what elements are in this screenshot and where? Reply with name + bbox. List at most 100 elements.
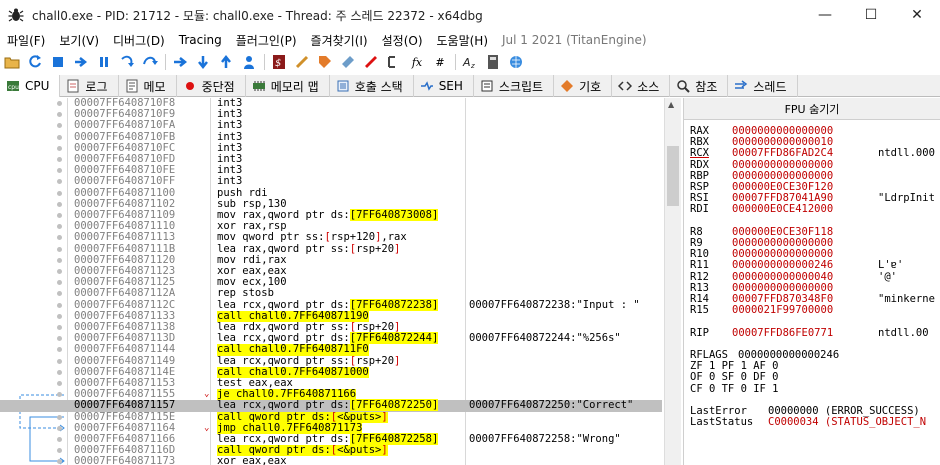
- disasm-row[interactable]: 00007FF64087112A rep stosb: [0, 288, 662, 299]
- tab-notes[interactable]: 메모: [119, 75, 177, 97]
- register-row[interactable]: CF 0 TF 0 IF 1: [690, 383, 940, 395]
- breakpoint-dot-icon[interactable]: [57, 347, 62, 353]
- breakpoint-edit-icon[interactable]: [362, 53, 380, 71]
- open-icon[interactable]: [3, 53, 21, 71]
- breakpoint-dot-icon[interactable]: [57, 157, 62, 162]
- scroll-up-icon[interactable]: ▲: [668, 100, 674, 109]
- breakpoint-dot-icon[interactable]: [57, 302, 62, 308]
- tab-symbols[interactable]: 기호: [554, 75, 613, 97]
- breakpoint-dot-icon[interactable]: [57, 168, 62, 174]
- hide-fpu-button[interactable]: FPU 숨기기: [684, 98, 940, 120]
- tab-seh[interactable]: SEH: [414, 75, 474, 97]
- globe-icon[interactable]: [507, 53, 525, 71]
- hash-icon[interactable]: #: [431, 53, 449, 71]
- scroll-thumb[interactable]: [667, 146, 679, 206]
- breakpoint-dot-icon[interactable]: [57, 280, 62, 286]
- trace-into-icon[interactable]: [171, 53, 189, 71]
- calculator-icon[interactable]: [484, 53, 502, 71]
- breakpoint-dot-icon[interactable]: [57, 179, 62, 185]
- disassembly-scrollbar[interactable]: ▲: [664, 98, 681, 465]
- close-button[interactable]: ✕: [894, 0, 940, 30]
- menu-options[interactable]: 설정(O): [375, 32, 430, 49]
- trace-over-icon[interactable]: [194, 53, 212, 71]
- breakpoint-dot-icon[interactable]: [57, 134, 62, 140]
- register-row[interactable]: RCX 00007FFD86FAD2C4 ntdll.000: [690, 148, 940, 159]
- register-row[interactable]: RIP 00007FFD86FE0771 ntdll.00: [690, 327, 940, 339]
- disasm-row[interactable]: 00007FF640871113 mov qword ptr ss:[rsp+12…: [0, 232, 662, 243]
- comment-icon[interactable]: [293, 53, 311, 71]
- menu-file[interactable]: 파일(F): [0, 32, 52, 49]
- breakpoint-dot-icon[interactable]: [57, 123, 62, 129]
- breakpoint-dot-icon[interactable]: [57, 190, 62, 196]
- tab-threads[interactable]: 스레드: [728, 75, 798, 97]
- breakpoint-dot-icon[interactable]: [57, 246, 62, 252]
- breakpoint-dot-icon[interactable]: [57, 325, 62, 330]
- tab-call-stack[interactable]: 호출 스택: [330, 75, 414, 97]
- breakpoint-dot-icon[interactable]: [57, 414, 62, 420]
- breakpoint-dot-icon[interactable]: [57, 358, 62, 364]
- label-icon[interactable]: [316, 53, 334, 71]
- breakpoint-dot-icon[interactable]: [57, 101, 62, 106]
- breakpoint-dot-icon[interactable]: [57, 257, 62, 263]
- breakpoint-dot-icon[interactable]: [57, 145, 62, 151]
- tab-references[interactable]: 참조: [670, 75, 729, 97]
- script-icon[interactable]: $: [270, 53, 288, 71]
- breakpoint-icon: [183, 79, 197, 93]
- breakpoint-dot-icon[interactable]: [57, 381, 62, 386]
- disasm-row[interactable]: 00007FF6408710FF int3: [0, 176, 662, 187]
- breakpoint-dot-icon[interactable]: [57, 313, 62, 319]
- disassembly-view[interactable]: 00007FF6408710F8 int3 00007FF6408710F9 int3…: [0, 98, 662, 465]
- pause-icon[interactable]: [95, 53, 113, 71]
- breakpoint-dot-icon[interactable]: [57, 448, 62, 454]
- register-row[interactable]: OF 0 SF 0 DF 0: [690, 372, 940, 383]
- breakpoint-dot-icon[interactable]: [57, 224, 62, 230]
- breakpoint-dot-icon[interactable]: [57, 235, 62, 241]
- register-row[interactable]: RDI 000000E0CE412000: [690, 204, 940, 215]
- menu-tracing[interactable]: Tracing: [172, 33, 229, 47]
- menu-favourites[interactable]: 즐겨찾기(I): [304, 32, 375, 49]
- menu-help[interactable]: 도움말(H): [430, 32, 496, 49]
- fx-icon[interactable]: fx: [408, 53, 426, 71]
- breakpoint-dot-icon[interactable]: [57, 269, 62, 274]
- tab-source[interactable]: 소스: [612, 75, 671, 97]
- breakpoint-dot-icon[interactable]: [57, 112, 62, 118]
- tab-log[interactable]: 로그: [60, 75, 119, 97]
- execute-till-return-icon[interactable]: [217, 53, 235, 71]
- step-into-icon[interactable]: [118, 53, 136, 71]
- breakpoint-dot-icon[interactable]: [57, 425, 62, 431]
- breakpoint-dot-icon[interactable]: [57, 291, 62, 297]
- breakpoint-dot-icon[interactable]: [57, 459, 62, 465]
- disasm-row[interactable]: 00007FF640871173 xor eax,eax: [0, 456, 662, 465]
- disasm-row[interactable]: 00007FF640871144 call chall0.7FF6408711F0: [0, 344, 662, 356]
- breakpoint-dot-icon[interactable]: [57, 392, 62, 398]
- breakpoint-dot-icon[interactable]: [57, 403, 62, 409]
- menu-bar: 파일(F) 보기(V) 디버그(D) Tracing 플러그인(P) 즐겨찾기(…: [0, 30, 940, 50]
- menu-view[interactable]: 보기(V): [52, 32, 106, 49]
- function-icon[interactable]: [385, 53, 403, 71]
- register-row[interactable]: R15 0000021F99700000: [690, 304, 940, 316]
- breakpoint-dot-icon[interactable]: [57, 336, 62, 342]
- stop-icon[interactable]: [49, 53, 67, 71]
- tab-memory-map[interactable]: 메모리 맵: [246, 75, 330, 97]
- menu-debug[interactable]: 디버그(D): [106, 32, 172, 49]
- minimize-button[interactable]: —: [802, 0, 848, 30]
- breakpoint-dot-icon[interactable]: [57, 201, 62, 207]
- step-over-icon[interactable]: [141, 53, 159, 71]
- run-to-user-code-icon[interactable]: [240, 53, 258, 71]
- breakpoint-dot-icon[interactable]: [57, 437, 62, 442]
- disasm-instruction: rep stosb: [217, 287, 274, 300]
- font-icon[interactable]: Az: [461, 53, 479, 71]
- bookmark-icon[interactable]: [339, 53, 357, 71]
- maximize-button[interactable]: ☐: [848, 0, 894, 30]
- breakpoint-dot-icon[interactable]: [57, 213, 62, 218]
- breakpoint-dot-icon[interactable]: [57, 369, 62, 375]
- run-icon[interactable]: [72, 53, 90, 71]
- menu-plugins[interactable]: 플러그인(P): [229, 32, 304, 49]
- tab-breakpoints[interactable]: 중단점: [177, 75, 246, 97]
- restart-icon[interactable]: [26, 53, 44, 71]
- register-row[interactable]: LastStatus C0000034 (STATUS_OBJECT_N: [690, 416, 940, 428]
- register-row[interactable]: R11 0000000000000246 L'ɐ': [690, 260, 940, 271]
- disasm-row[interactable]: 00007FF6408710FA int3: [0, 120, 662, 131]
- tab-cpu[interactable]: cpu CPU: [0, 75, 61, 97]
- tab-script[interactable]: 스크립트: [474, 75, 555, 97]
